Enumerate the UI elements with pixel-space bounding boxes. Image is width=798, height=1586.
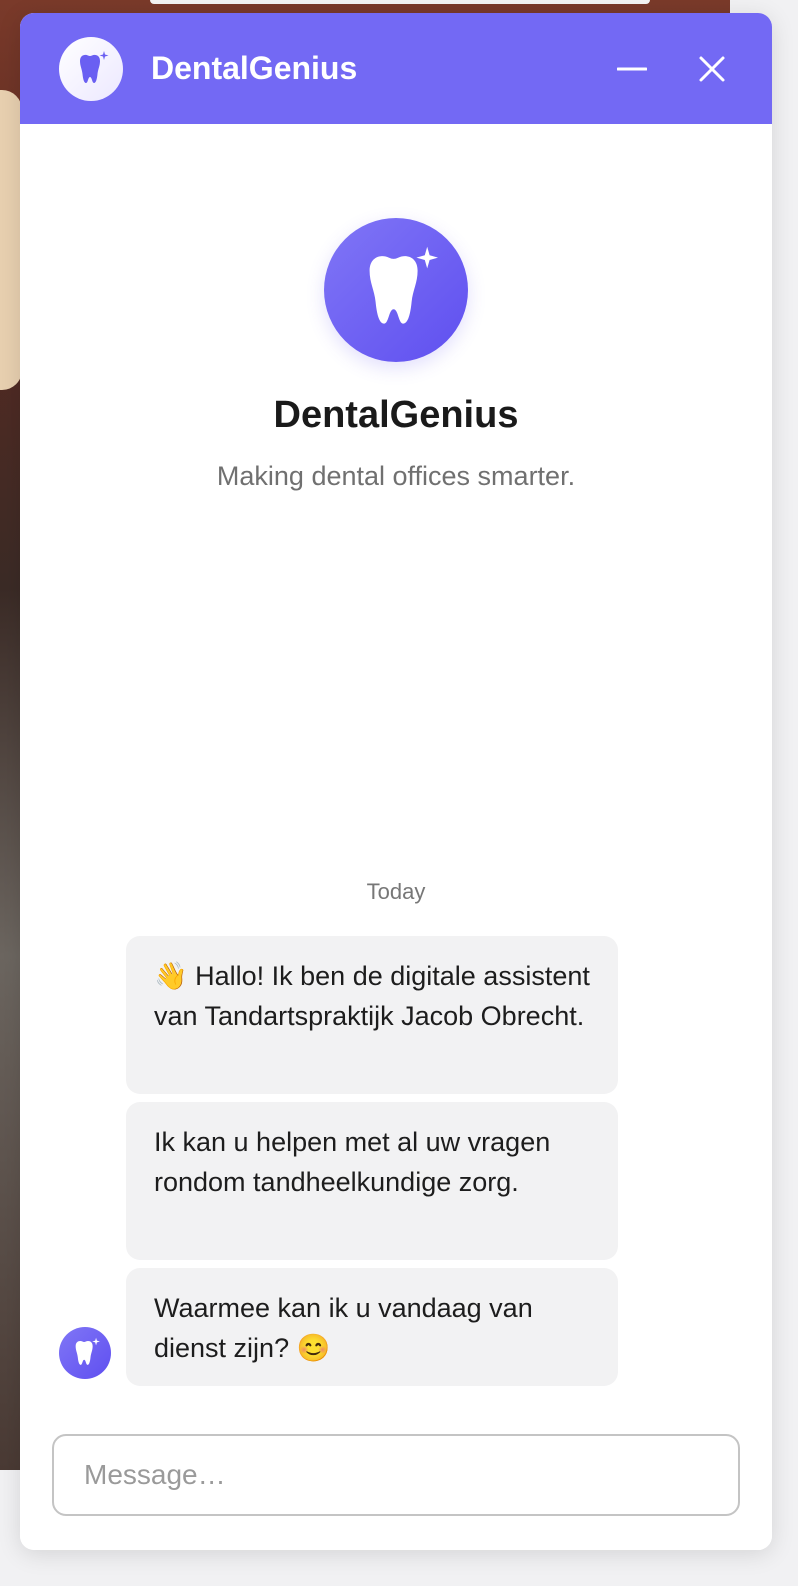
minimize-icon (617, 67, 647, 70)
bot-message-bubble: Waarmee kan ik u vandaag van dienst zijn… (126, 1268, 618, 1386)
message-composer (52, 1434, 740, 1516)
day-divider: Today (366, 879, 426, 904)
bot-avatar (59, 1327, 111, 1379)
bot-message-bubble: 👋 Hallo! Ik ben de digitale assistent va… (126, 936, 618, 1094)
tooth-sparkle-icon (80, 50, 109, 83)
intro-subtitle: Making dental offices smarter. (216, 461, 576, 491)
minimize-button[interactable] (610, 47, 654, 91)
close-button[interactable] (690, 47, 734, 91)
chat-header: DentalGenius (20, 13, 772, 124)
chat-widget: DentalGenius DentalGenius Making dental … (20, 13, 772, 1550)
intro-avatar (324, 218, 468, 362)
intro-section: DentalGenius Making dental offices smart… (20, 218, 772, 492)
header-title: DentalGenius (151, 50, 358, 86)
close-icon (699, 56, 725, 81)
message-input[interactable] (84, 1436, 708, 1514)
tooth-sparkle-icon (369, 246, 438, 324)
chat-body: DentalGenius Making dental offices smart… (20, 124, 772, 1550)
bot-message-bubble: Ik kan u helpen met al uw vragen rondom … (126, 1102, 618, 1260)
tooth-sparkle-icon (75, 1337, 100, 1365)
header-avatar (59, 36, 123, 101)
intro-title: DentalGenius (273, 394, 519, 436)
